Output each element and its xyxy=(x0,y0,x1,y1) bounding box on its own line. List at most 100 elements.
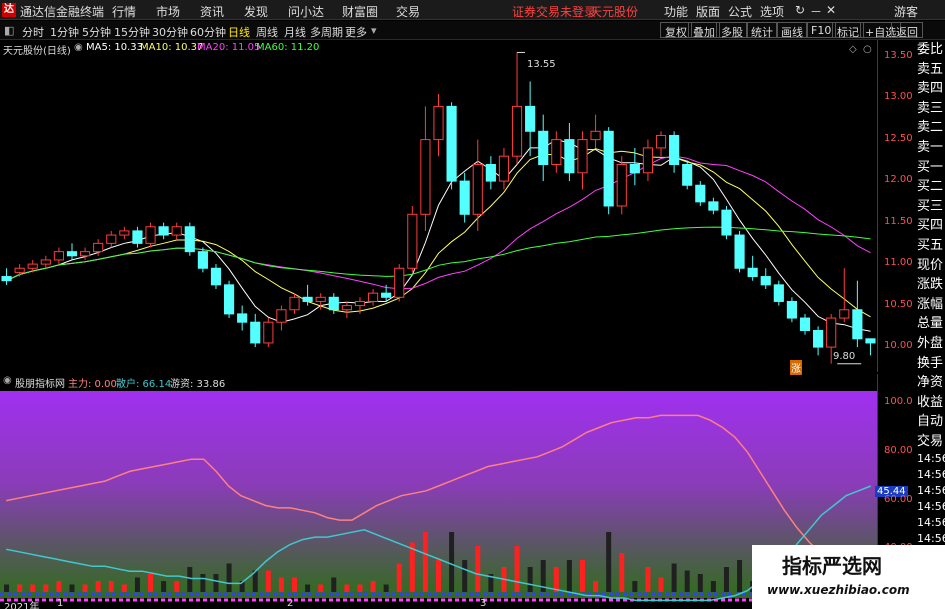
login-status[interactable]: 证券交易未登录 xyxy=(512,3,596,20)
side-item[interactable]: 外盘 xyxy=(917,334,945,354)
period-intraday[interactable]: 分时 xyxy=(22,24,44,40)
candle-body xyxy=(197,251,208,269)
side-item[interactable]: 14:56 xyxy=(917,483,945,499)
period-1min[interactable]: 1分钟 xyxy=(50,24,79,40)
minimize-icon[interactable]: － xyxy=(810,3,822,20)
panel-toggle-icon[interactable]: ◧ xyxy=(4,24,14,37)
close-icon[interactable]: ✕ xyxy=(826,3,836,17)
indicator-bar xyxy=(4,584,10,592)
side-item[interactable]: 买二 xyxy=(917,177,945,197)
period-30min[interactable]: 30分钟 xyxy=(152,24,188,40)
menu-item-assistant[interactable]: 问小达 xyxy=(288,3,324,20)
kline-chart[interactable]: 天元股份(日线) ◉ MA5: 10.33 MA10: 10.37 MA20: … xyxy=(0,40,877,375)
indicator-panel[interactable]: ◉ 股朋指标网 主力: 0.00 散户: 66.14 游资: 33.86 202… xyxy=(0,374,877,609)
circle-icon[interactable]: ○ xyxy=(863,44,872,55)
candle xyxy=(407,206,418,273)
candle xyxy=(485,156,496,190)
side-item[interactable]: 14:56 xyxy=(917,451,945,467)
candle-body xyxy=(40,259,51,265)
menu-item-trade[interactable]: 交易 xyxy=(396,3,420,20)
app-title: 通达信金融终端 xyxy=(20,5,105,19)
diamond-icon[interactable]: ◇ xyxy=(849,44,857,55)
period-daily[interactable]: 日线 xyxy=(228,24,250,40)
menu-item-news[interactable]: 资讯 xyxy=(200,3,224,20)
side-item[interactable]: 涨幅 xyxy=(917,295,945,315)
side-item[interactable]: 卖一 xyxy=(917,138,945,158)
side-item[interactable]: 卖四 xyxy=(917,79,945,99)
side-item[interactable]: 涨跌 xyxy=(917,275,945,295)
candle xyxy=(276,305,287,331)
ma20-label: MA20: 11.05 xyxy=(197,42,261,53)
indicator-bar xyxy=(344,584,350,592)
side-item[interactable]: 14:56 xyxy=(917,467,945,483)
candle xyxy=(171,222,182,240)
menu-item-discover[interactable]: 发现 xyxy=(244,3,268,20)
draw-button[interactable]: 画线 xyxy=(776,22,808,39)
period-more[interactable]: 更多 xyxy=(345,24,367,40)
side-item[interactable]: 卖五 xyxy=(917,60,945,80)
candle xyxy=(721,206,732,240)
guest-label[interactable]: 游客 xyxy=(894,3,918,20)
menu-item-wealth[interactable]: 财富圈 xyxy=(342,3,378,20)
candle xyxy=(66,243,78,260)
side-item[interactable]: 现价 xyxy=(917,256,945,276)
toggle-icon[interactable]: ◉ xyxy=(3,375,12,386)
side-item[interactable]: 买四 xyxy=(917,216,945,236)
app-window: 达 通达信金融终端 行情 市场 资讯 发现 问小达 财富圈 交易 证券交易未登录… xyxy=(0,0,945,609)
menu-item-functions[interactable]: 功能 xyxy=(664,3,688,20)
period-60min[interactable]: 60分钟 xyxy=(190,24,226,40)
candle xyxy=(682,160,693,190)
side-item[interactable]: 14:56 xyxy=(917,515,945,531)
multi-stock-button[interactable]: 多股 xyxy=(716,22,748,39)
indicator-bar xyxy=(17,584,23,592)
year-label: 2021年 xyxy=(4,602,40,609)
side-item[interactable]: 14:56 xyxy=(917,499,945,515)
candle-body xyxy=(747,267,758,278)
candle-body xyxy=(223,284,235,315)
side-item[interactable]: 自动 xyxy=(917,412,945,432)
back-button[interactable]: 返回 xyxy=(891,22,923,39)
menu-item-formula[interactable]: 公式 xyxy=(728,3,752,20)
period-monthly[interactable]: 月线 xyxy=(284,24,306,40)
candle-body xyxy=(1,276,12,282)
indicator-bar xyxy=(161,581,167,592)
period-multi[interactable]: 多周期 xyxy=(310,24,343,40)
period-15min[interactable]: 15分钟 xyxy=(114,24,150,40)
candle-body xyxy=(433,105,444,141)
side-item[interactable]: 委比 xyxy=(917,40,945,60)
refresh-icon[interactable]: ↻ xyxy=(795,3,805,17)
candle-body xyxy=(865,338,876,344)
candle-body xyxy=(852,309,863,340)
candle xyxy=(813,326,824,356)
app-logo-icon: 达 xyxy=(2,3,16,17)
side-item[interactable]: 净资 xyxy=(917,373,945,393)
period-weekly[interactable]: 周线 xyxy=(256,24,278,40)
indicator-bar xyxy=(174,581,180,592)
candle xyxy=(446,102,457,190)
candle xyxy=(145,222,156,248)
chevron-down-icon[interactable]: ▾ xyxy=(371,24,377,37)
side-item[interactable]: 换手 xyxy=(917,354,945,374)
indicator-name: 股朋指标网 xyxy=(15,379,65,390)
side-item[interactable]: 买三 xyxy=(917,197,945,217)
side-item[interactable]: 买五 xyxy=(917,236,945,256)
candle xyxy=(223,280,235,319)
side-item[interactable]: 收益 xyxy=(917,393,945,413)
stats-button[interactable]: 统计 xyxy=(746,22,778,39)
toggle-icon[interactable]: ◉ xyxy=(74,42,83,53)
side-item[interactable]: 卖二 xyxy=(917,118,945,138)
indicator-bar xyxy=(645,567,651,592)
side-item[interactable]: 买一 xyxy=(917,158,945,178)
side-panel: 委比 卖五 卖四 卖三 卖二 卖一 买一 买二 买三 买四 买五 现价 涨跌 涨幅 总量 外盘 换手 净资 收益 自动… xyxy=(917,40,945,609)
side-item[interactable]: 卖三 xyxy=(917,99,945,119)
side-item[interactable]: 总量 xyxy=(917,314,945,334)
menu-item-quotes[interactable]: 行情 xyxy=(112,3,136,20)
candle xyxy=(341,301,352,319)
menu-item-layout[interactable]: 版面 xyxy=(696,3,720,20)
menu-item-options[interactable]: 选项 xyxy=(760,3,784,20)
period-5min[interactable]: 5分钟 xyxy=(82,24,111,40)
menu-item-market[interactable]: 市场 xyxy=(156,3,180,20)
candle-body xyxy=(394,267,405,298)
side-item[interactable]: 交易 xyxy=(917,432,945,452)
month-label-3: 3 xyxy=(480,598,487,609)
